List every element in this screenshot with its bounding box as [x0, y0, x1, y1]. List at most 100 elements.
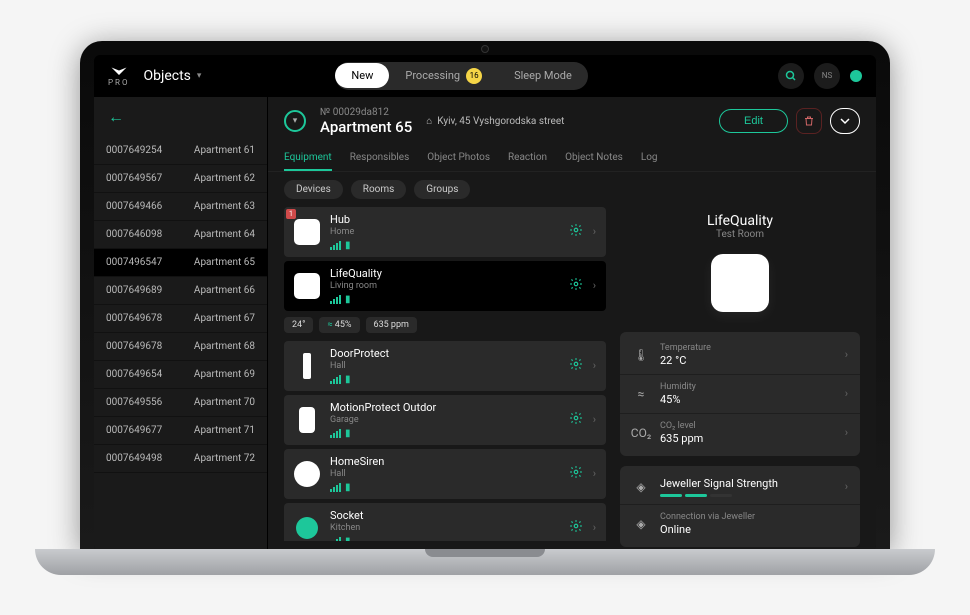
edit-button[interactable]: Edit [719, 109, 788, 133]
device-icon [303, 353, 311, 379]
alert-badge: 1 [286, 209, 296, 219]
gear-icon[interactable] [569, 277, 583, 295]
metric-temp: 24° [284, 317, 313, 333]
device-row[interactable]: LifeQualityLiving room▮› [284, 261, 606, 311]
hum-icon: ≈ [632, 387, 650, 401]
delete-button[interactable] [796, 108, 822, 134]
sidebar-object-row[interactable]: 0007646098Apartment 64 [94, 221, 267, 249]
object-name: Apartment 63 [194, 201, 255, 212]
object-id: 0007649567 [106, 173, 162, 184]
sidebar-object-row[interactable]: 0007496547 Apartment 65 [94, 249, 267, 277]
chevron-right-icon: › [593, 467, 596, 480]
status-filter: New Processing 16 Sleep Mode [335, 62, 587, 90]
sidebar-object-row[interactable]: 0007649678Apartment 67 [94, 305, 267, 333]
detail-label: Temperature [660, 343, 711, 353]
arm-status[interactable]: ▾ [284, 110, 306, 132]
device-signal: ▮ [330, 374, 389, 385]
device-name: Socket [330, 509, 363, 522]
metric-hum: ≈ 45% [319, 317, 359, 333]
tab-equipment[interactable]: Equipment [284, 146, 332, 171]
object-id: 0007649466 [106, 201, 162, 212]
user-initials: NS [822, 71, 832, 80]
pill-sleep[interactable]: Sleep Mode [498, 63, 588, 88]
chevron-right-icon: › [593, 279, 596, 292]
gear-icon[interactable] [569, 357, 583, 375]
device-location: Garage [330, 415, 436, 425]
tab-reaction[interactable]: Reaction [508, 146, 547, 171]
detail-value: 635 ppm [660, 432, 703, 445]
subtab-devices[interactable]: Devices [284, 180, 343, 199]
signal-icon: ◈ [632, 480, 650, 494]
sidebar-object-row[interactable]: 0007649677 Apartment 71 [94, 417, 267, 445]
user-avatar[interactable]: NS [814, 63, 840, 89]
battery-icon: ▮ [345, 482, 351, 493]
device-row[interactable]: 1HubHome▮› [284, 207, 606, 257]
sidebar-object-row[interactable]: 0007649678 Apartment 68 [94, 333, 267, 361]
object-id: 0007496547 [106, 257, 162, 268]
pill-processing[interactable]: Processing 16 [389, 62, 498, 90]
gear-icon[interactable] [569, 465, 583, 483]
battery-icon: ▮ [345, 374, 351, 385]
object-name: Apartment 68 [194, 341, 255, 352]
object-id: № 00029da812 [320, 107, 412, 118]
gear-icon[interactable] [569, 411, 583, 429]
back-button[interactable]: ← [94, 97, 267, 137]
device-location: Living room [330, 281, 382, 291]
status-indicator [850, 70, 862, 82]
chevron-right-icon: › [845, 387, 848, 400]
tab-object-notes[interactable]: Object Notes [565, 146, 623, 171]
object-id: 0007649654 [106, 369, 162, 380]
sidebar-object-row[interactable]: 0007649498 Apartment 72 [94, 445, 267, 473]
device-signal: ▮ [330, 536, 363, 541]
objects-sidebar: ← 0007649254Apartment 61 0007649567 Apartm… [94, 97, 268, 551]
object-id: 0007649678 [106, 313, 162, 324]
chevron-right-icon: › [593, 359, 596, 372]
tab-log[interactable]: Log [641, 146, 658, 171]
chevron-right-icon: › [845, 426, 848, 439]
connection-icon: ◈ [632, 517, 650, 531]
search-button[interactable] [778, 63, 804, 89]
device-signal: ▮ [330, 428, 436, 439]
object-name: Apartment 62 [194, 173, 255, 184]
device-signal: ▮ [330, 240, 354, 251]
detail-co2-row[interactable]: CO₂CO₂ level635 ppm› [620, 413, 860, 452]
sidebar-object-row[interactable]: 0007649654Apartment 69 [94, 361, 267, 389]
device-image [711, 254, 769, 312]
gear-icon[interactable] [569, 519, 583, 537]
tab-responsibles[interactable]: Responsibles [350, 146, 410, 171]
device-name: DoorProtect [330, 347, 389, 360]
detail-room: Test Room [620, 229, 860, 240]
detail-hum-row[interactable]: ≈Humidity45%› [620, 374, 860, 413]
object-id: 0007649498 [106, 453, 162, 464]
device-icon [296, 517, 318, 539]
sidebar-object-row[interactable]: 0007649254Apartment 61 [94, 137, 267, 165]
device-row[interactable]: MotionProtect OutdorGarage▮› [284, 395, 606, 445]
object-name: Apartment 65 [194, 257, 255, 268]
connection-row[interactable]: ◈ Connection via Jeweller Online [620, 504, 860, 543]
object-name: Apartment 71 [194, 425, 255, 436]
sidebar-object-row[interactable]: 0007649556Apartment 70 [94, 389, 267, 417]
detail-temp-row[interactable]: 🌡Temperature22 °C› [620, 336, 860, 374]
objects-selector[interactable]: Objects ▾ [143, 68, 201, 84]
object-id: 0007649678 [106, 341, 162, 352]
device-row[interactable]: DoorProtectHall▮› [284, 341, 606, 391]
subtab-groups[interactable]: Groups [414, 180, 470, 199]
chevron-right-icon: › [845, 480, 848, 493]
sidebar-object-row[interactable]: 0007649689Apartment 66 [94, 277, 267, 305]
tab-object-photos[interactable]: Object Photos [427, 146, 490, 171]
gear-icon[interactable] [569, 223, 583, 241]
pill-new[interactable]: New [335, 63, 389, 88]
object-id: 0007649556 [106, 397, 162, 408]
sidebar-object-row[interactable]: 0007649567 Apartment 62 [94, 165, 267, 193]
selector-label: Objects [143, 68, 190, 84]
object-id: 0007649677 [106, 425, 162, 436]
detail-label: Humidity [660, 382, 696, 392]
signal-strength-row[interactable]: ◈ Jeweller Signal Strength › [620, 470, 860, 504]
signal-bars [660, 494, 778, 497]
subtab-rooms[interactable]: Rooms [351, 180, 407, 199]
device-row[interactable]: HomeSirenHall▮› [284, 449, 606, 499]
expand-button[interactable] [830, 108, 860, 134]
device-row[interactable]: SocketKitchen▮› [284, 503, 606, 541]
object-name: Apartment 72 [194, 453, 255, 464]
sidebar-object-row[interactable]: 0007649466 Apartment 63 [94, 193, 267, 221]
